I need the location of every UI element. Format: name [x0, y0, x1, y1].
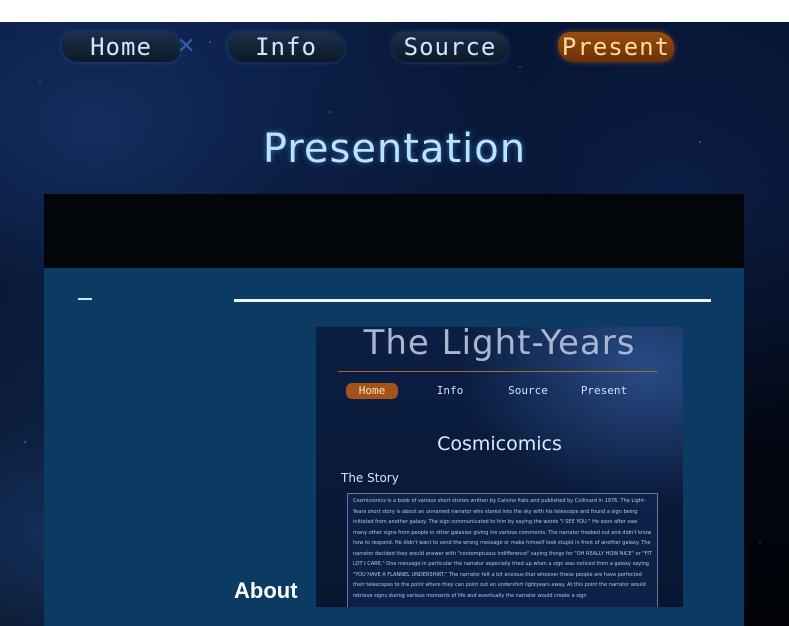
nav-info[interactable]: Info — [228, 32, 344, 62]
thumb-title: The Light-Years — [363, 327, 636, 363]
thumb-story-text: Cosmicomics is a book of various short s… — [347, 493, 658, 607]
page-title: Presentation — [262, 126, 527, 172]
main-nav: Home ✕ Info Source Present — [62, 32, 682, 66]
thumb-nav-source: Source — [508, 384, 548, 397]
thumb-nav: Home Info Source Present — [346, 383, 666, 399]
section-heading-about: About — [234, 578, 298, 603]
thumb-story-heading: The Story — [341, 471, 399, 485]
thumb-divider — [338, 371, 658, 372]
presentation-screenshot: The Light-Years Home Info Source Present… — [316, 327, 683, 607]
collapse-dash[interactable] — [78, 298, 92, 300]
content-panel: The Light-Years Home Info Source Present… — [44, 268, 744, 626]
section-rule — [234, 299, 711, 302]
nav-source[interactable]: Source — [392, 32, 508, 62]
nav-home[interactable]: Home — [62, 32, 180, 62]
thumb-nav-info: Info — [436, 384, 464, 397]
thumb-subtitle: Cosmicomics — [437, 433, 562, 455]
header-band — [44, 194, 744, 268]
thumb-nav-home: Home — [346, 383, 398, 399]
nav-present[interactable]: Present — [558, 32, 674, 62]
thumb-nav-present: Present — [580, 384, 628, 397]
top-strip — [0, 0, 789, 22]
space-background: Home ✕ Info Source Present Presentation … — [0, 22, 789, 626]
close-icon: ✕ — [177, 34, 196, 59]
